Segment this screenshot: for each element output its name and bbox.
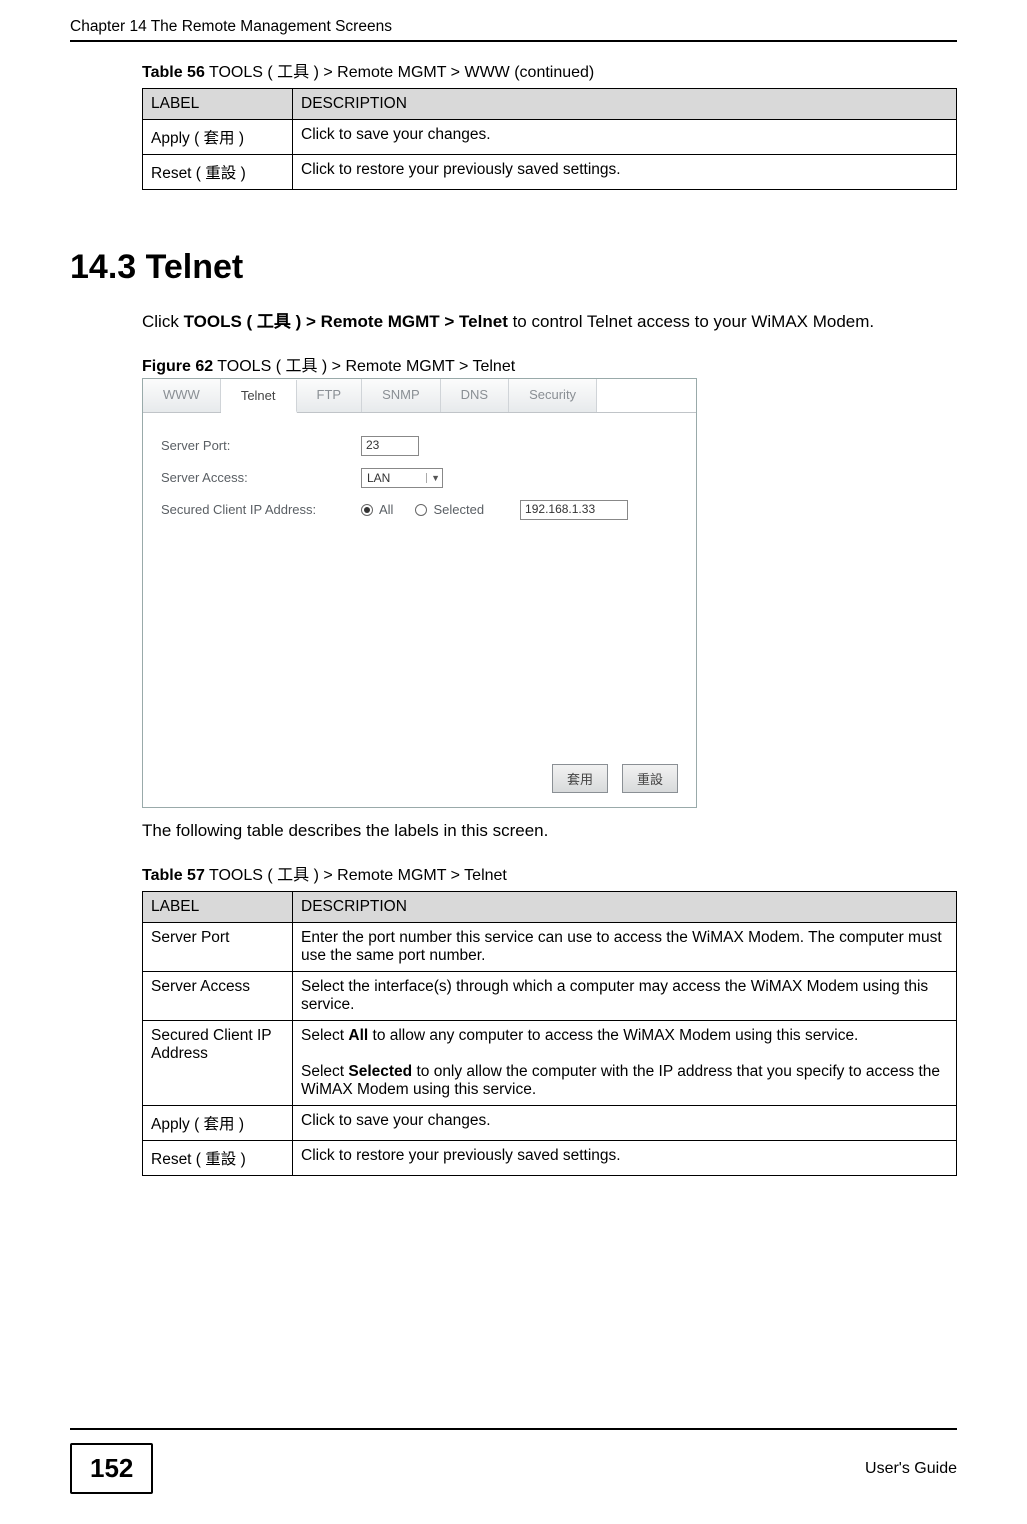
tab-ftp[interactable]: FTP: [297, 379, 363, 412]
table56-caption: Table 56 TOOLS ( 工具 ) > Remote MGMT > WW…: [142, 58, 957, 82]
table57-th-label: LABEL: [143, 891, 293, 922]
footer-guide: User's Guide: [865, 1460, 957, 1478]
table56-th-label: LABEL: [143, 89, 293, 120]
t57-r2-p2-pre: Select: [301, 1063, 348, 1080]
table57-caption: Table 57 TOOLS ( 工具 ) > Remote MGMT > Te…: [142, 861, 957, 885]
secured-ip-input[interactable]: 192.168.1.33: [520, 500, 628, 520]
table56-caption-rest: TOOLS ( 工具 ) > Remote MGMT > WWW (contin…: [205, 64, 594, 81]
label-secured-ip: Secured Client IP Address:: [161, 502, 361, 517]
figure-caption: Figure 62 TOOLS ( 工具 ) > Remote MGMT > T…: [142, 352, 957, 376]
intro-post: to control Telnet access to your WiMAX M…: [508, 312, 874, 331]
figure-caption-rest: TOOLS ( 工具 ) > Remote MGMT > Telnet: [213, 358, 515, 375]
table-row: Server Access Select the interface(s) th…: [143, 971, 957, 1020]
cell-desc: Click to restore your previously saved s…: [293, 155, 957, 190]
table56: LABEL DESCRIPTION Apply ( 套用 ) Click to …: [142, 88, 957, 190]
intro-pre: Click: [142, 312, 184, 331]
table-row: Apply ( 套用 ) Click to save your changes.: [143, 1105, 957, 1140]
cell-label: Reset ( 重設 ): [143, 1140, 293, 1175]
t57-r2-p1-pre: Select: [301, 1027, 348, 1044]
cell-label: Apply ( 套用 ): [143, 120, 293, 155]
cell-desc: Click to save your changes.: [293, 1105, 957, 1140]
cell-desc: Click to restore your previously saved s…: [293, 1140, 957, 1175]
cell-desc: Click to save your changes.: [293, 120, 957, 155]
tab-dns[interactable]: DNS: [441, 379, 509, 412]
tab-security[interactable]: Security: [509, 379, 597, 412]
radio-dot-icon: [361, 504, 373, 516]
page-number: 152: [70, 1443, 153, 1494]
t57-r2-p1-b: All: [348, 1027, 368, 1044]
tab-www[interactable]: WWW: [143, 379, 221, 412]
radio-selected-label: Selected: [433, 502, 484, 517]
table56-th-desc: DESCRIPTION: [293, 89, 957, 120]
chevron-down-icon: ▼: [426, 473, 440, 483]
server-port-input[interactable]: 23: [361, 436, 419, 456]
table57-lead: The following table describes the labels…: [142, 820, 957, 843]
table-row: Server Port Enter the port number this s…: [143, 922, 957, 971]
cell-desc: Enter the port number this service can u…: [293, 922, 957, 971]
cell-desc: Select the interface(s) through which a …: [293, 971, 957, 1020]
intro-bold: TOOLS ( 工具 ) > Remote MGMT > Telnet: [184, 312, 508, 331]
cell-desc: Select All to allow any computer to acce…: [293, 1020, 957, 1105]
table-row: Reset ( 重設 ) Click to restore your previ…: [143, 155, 957, 190]
radio-dot-icon: [415, 504, 427, 516]
label-server-port: Server Port:: [161, 438, 361, 453]
cell-label: Reset ( 重設 ): [143, 155, 293, 190]
reset-button[interactable]: 重設: [622, 764, 678, 793]
cell-label: Apply ( 套用 ): [143, 1105, 293, 1140]
tab-strip: WWW Telnet FTP SNMP DNS Security: [143, 379, 696, 413]
label-server-access: Server Access:: [161, 470, 361, 485]
radio-selected[interactable]: Selected: [415, 502, 484, 517]
radio-all-label: All: [379, 502, 393, 517]
section-intro: Click TOOLS ( 工具 ) > Remote MGMT > Telne…: [142, 311, 957, 334]
cell-label: Secured Client IP Address: [143, 1020, 293, 1105]
server-access-select[interactable]: LAN ▼: [361, 468, 443, 488]
table57: LABEL DESCRIPTION Server Port Enter the …: [142, 891, 957, 1176]
table-row: Apply ( 套用 ) Click to save your changes.: [143, 120, 957, 155]
running-header: Chapter 14 The Remote Management Screens: [70, 18, 957, 36]
t57-r2-p1-post: to allow any computer to access the WiMA…: [368, 1027, 858, 1044]
table57-th-desc: DESCRIPTION: [293, 891, 957, 922]
header-rule: [70, 40, 957, 42]
figure-telnet-screenshot: WWW Telnet FTP SNMP DNS Security Server …: [142, 378, 697, 808]
figure-caption-num: Figure 62: [142, 358, 213, 375]
section-heading: 14.3 Telnet: [70, 248, 957, 287]
radio-all[interactable]: All: [361, 502, 393, 517]
table57-caption-rest: TOOLS ( 工具 ) > Remote MGMT > Telnet: [205, 867, 507, 884]
table56-caption-num: Table 56: [142, 64, 205, 81]
table57-caption-num: Table 57: [142, 867, 205, 884]
apply-button[interactable]: 套用: [552, 764, 608, 793]
table-row: Reset ( 重設 ) Click to restore your previ…: [143, 1140, 957, 1175]
cell-label: Server Access: [143, 971, 293, 1020]
cell-label: Server Port: [143, 922, 293, 971]
tab-snmp[interactable]: SNMP: [362, 379, 441, 412]
footer-rule: [70, 1428, 957, 1430]
t57-r2-p2-b: Selected: [348, 1063, 412, 1080]
server-access-value: LAN: [367, 471, 390, 485]
tab-telnet[interactable]: Telnet: [221, 380, 297, 413]
table-row: Secured Client IP Address Select All to …: [143, 1020, 957, 1105]
